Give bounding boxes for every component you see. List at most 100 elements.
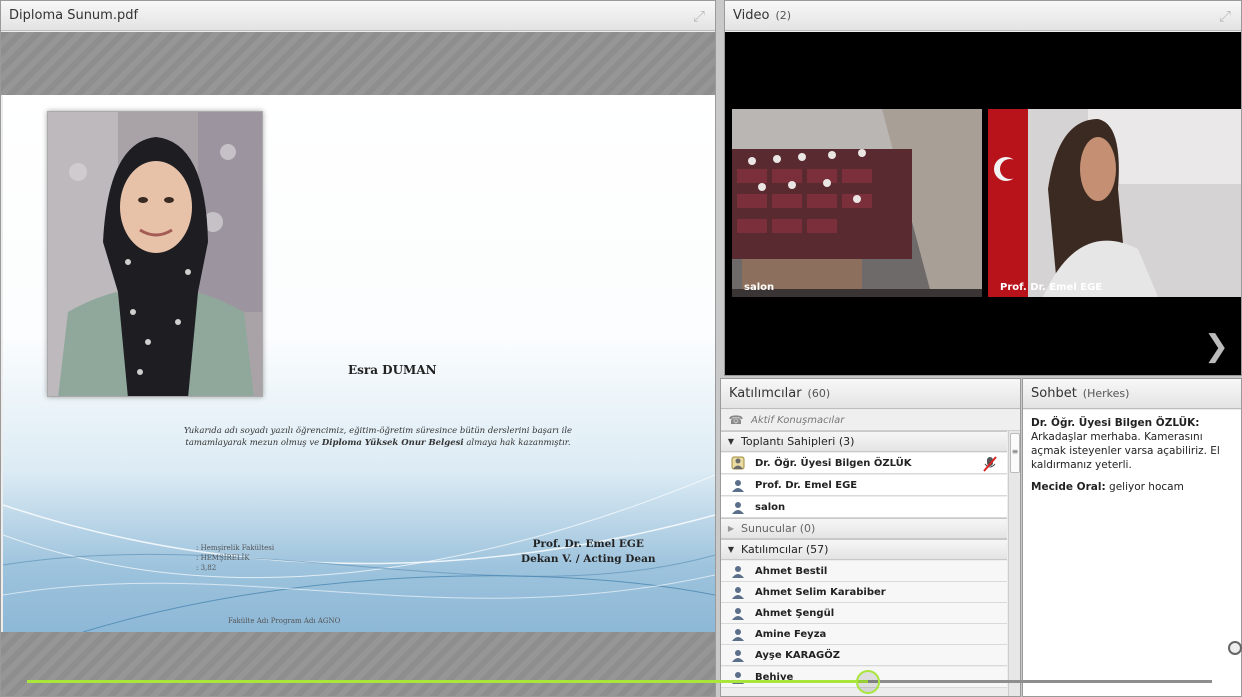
presenters-section-header[interactable]: ▶ Sunucular (0) bbox=[721, 518, 1007, 539]
certificate-description: Yukarıda adı soyadı yazılı öğrencimiz, e… bbox=[173, 425, 583, 449]
attendee-name: Ahmet Şengül bbox=[755, 607, 835, 619]
gpa-value: : 3,82 bbox=[196, 564, 217, 572]
chat-author: Mecide Oral: bbox=[1031, 481, 1106, 493]
active-speakers-label: Aktif Konuşmacılar bbox=[751, 414, 845, 426]
attendee-name: Ahmet Bestil bbox=[755, 565, 828, 577]
attendee-list-scrollbar[interactable]: ≡ bbox=[1008, 431, 1020, 696]
video-pod: Video (2) ⤢ salon Prof. Dr. Emel EGE ❯ bbox=[724, 0, 1242, 376]
microphone-muted-icon bbox=[983, 456, 997, 475]
program-value: : HEMŞİRELİK bbox=[196, 554, 250, 562]
scrollbar-thumb[interactable]: ≡ bbox=[1010, 433, 1020, 473]
attendees-header: Katılımcılar (60) bbox=[721, 379, 1020, 409]
attendee-row[interactable]: Ahmet Selim Karabiber bbox=[721, 582, 1007, 603]
attendee-name: Prof. Dr. Emel EGE bbox=[755, 479, 858, 491]
signer-title: Dekan V. / Acting Dean bbox=[521, 553, 656, 565]
expand-icon[interactable]: ⤢ bbox=[691, 8, 707, 24]
presentation-pod: Diploma Sunum.pdf ⤢ Esra DUMAN Yukarıda … bbox=[0, 0, 716, 697]
playback-timeline[interactable] bbox=[27, 680, 1212, 683]
chat-message: Dr. Öğr. Üyesi Bilgen ÖZLÜK: Arkadaşlar … bbox=[1031, 416, 1233, 472]
expand-icon[interactable]: ⤢ bbox=[1217, 8, 1233, 24]
participants-section-label: Katılımcılar (57) bbox=[741, 543, 829, 556]
video-feed-salon bbox=[732, 109, 982, 297]
attendee-name: Ayşe KARAGÖZ bbox=[755, 649, 841, 661]
chat-message: Mecide Oral: geliyor hocam bbox=[1031, 480, 1233, 494]
student-photo bbox=[47, 111, 263, 397]
participants-section-header[interactable]: ▼ Katılımcılar (57) bbox=[721, 539, 1007, 560]
presentation-title: Diploma Sunum.pdf bbox=[9, 8, 139, 23]
certificate-description-bold: Diploma Yüksek Onur Belgesi bbox=[321, 438, 464, 448]
video-tile-label: salon bbox=[744, 282, 775, 293]
collapse-triangle-icon: ▼ bbox=[727, 545, 735, 554]
chat-text: geliyor hocam bbox=[1109, 481, 1184, 493]
chevron-right-icon[interactable]: ❯ bbox=[1204, 332, 1229, 362]
person-icon bbox=[721, 456, 755, 470]
signature-block: Prof. Dr. Emel EGE Dekan V. / Acting Dea… bbox=[521, 537, 656, 567]
person-glyph bbox=[732, 566, 744, 578]
slide-top-margin bbox=[1, 32, 715, 95]
host-person-glyph bbox=[731, 456, 745, 470]
signer-name: Prof. Dr. Emel EGE bbox=[532, 538, 644, 550]
chat-title: Sohbet bbox=[1031, 386, 1077, 401]
person-icon bbox=[721, 564, 755, 578]
video-feed-emel-ege bbox=[988, 109, 1241, 297]
hosts-section-label: Toplantı Sahipleri (3) bbox=[741, 435, 855, 448]
person-icon bbox=[721, 606, 755, 620]
attendees-count: (60) bbox=[807, 387, 831, 400]
attendee-name: Ahmet Selim Karabiber bbox=[755, 586, 886, 598]
chat-messages: Dr. Öğr. Üyesi Bilgen ÖZLÜK: Arkadaşlar … bbox=[1023, 410, 1241, 696]
video-tile-label: Prof. Dr. Emel EGE bbox=[1000, 282, 1103, 293]
person-icon bbox=[721, 648, 755, 662]
chat-text: Arkadaşlar merhaba. Kamerasını açmak ist… bbox=[1031, 431, 1220, 471]
attendee-name: Dr. Öğr. Üyesi Bilgen ÖZLÜK bbox=[755, 457, 912, 469]
person-icon bbox=[721, 585, 755, 599]
video-count: (2) bbox=[775, 9, 792, 22]
person-glyph bbox=[732, 480, 744, 492]
person-glyph bbox=[732, 502, 744, 514]
chat-scope: (Herkes) bbox=[1082, 387, 1130, 400]
presentation-header: Diploma Sunum.pdf bbox=[1, 1, 715, 31]
attendee-row[interactable]: Ayşe KARAGÖZ bbox=[721, 645, 1007, 666]
chat-header: Sohbet (Herkes) bbox=[1023, 379, 1241, 409]
presenters-section-label: Sunucular (0) bbox=[741, 522, 816, 535]
student-name: Esra DUMAN bbox=[348, 363, 437, 377]
video-header: Video (2) bbox=[725, 1, 1241, 31]
presentation-slide: Esra DUMAN Yukarıda adı soyadı yazılı öğ… bbox=[3, 95, 715, 632]
collapse-triangle-icon: ▼ bbox=[727, 437, 735, 446]
person-icon bbox=[721, 500, 755, 514]
attendee-row[interactable]: Amine Feyza bbox=[721, 624, 1007, 645]
video-title: Video bbox=[733, 8, 770, 23]
person-glyph bbox=[732, 608, 744, 620]
attendees-title: Katılımcılar bbox=[729, 386, 802, 401]
mic-muted-glyph bbox=[983, 456, 997, 472]
video-tile-salon[interactable]: salon bbox=[732, 109, 982, 297]
attendee-row[interactable]: salon bbox=[721, 497, 1007, 518]
attendee-name: Amine Feyza bbox=[755, 628, 827, 640]
active-speakers-row: ☎ Aktif Konuşmacılar bbox=[721, 410, 1020, 431]
attendee-row[interactable]: Dr. Öğr. Üyesi Bilgen ÖZLÜK bbox=[721, 453, 1007, 474]
chat-pod: Sohbet (Herkes) Dr. Öğr. Üyesi Bilgen ÖZ… bbox=[1022, 378, 1242, 697]
person-glyph bbox=[732, 587, 744, 599]
slide-footer: Fakülte Adı Program Adı AGNO bbox=[228, 617, 341, 625]
video-tile-emel-ege[interactable]: Prof. Dr. Emel EGE bbox=[988, 109, 1241, 297]
attendees-pod: Katılımcılar (60) ☎ Aktif Konuşmacılar ▼… bbox=[720, 378, 1021, 697]
phone-icon: ☎ bbox=[728, 413, 744, 427]
faculty-value: : Hemşirelik Fakültesi bbox=[196, 544, 275, 552]
attendee-name: salon bbox=[755, 501, 786, 513]
attendee-row[interactable]: Ahmet Bestil bbox=[721, 561, 1007, 582]
chat-author: Dr. Öğr. Üyesi Bilgen ÖZLÜK: bbox=[1031, 417, 1200, 429]
side-circle-icon[interactable] bbox=[1228, 641, 1242, 655]
expand-triangle-icon: ▶ bbox=[727, 524, 735, 533]
video-stage: salon Prof. Dr. Emel EGE ❯ bbox=[725, 32, 1241, 375]
person-icon bbox=[721, 478, 755, 492]
student-info: : Hemşirelik Fakültesi : HEMŞİRELİK : 3,… bbox=[196, 543, 274, 573]
student-portrait-image bbox=[48, 112, 262, 396]
hosts-section-header[interactable]: ▼ Toplantı Sahipleri (3) bbox=[721, 431, 1007, 452]
slide-bottom-margin bbox=[1, 632, 715, 696]
attendee-row[interactable]: Prof. Dr. Emel EGE bbox=[721, 475, 1007, 496]
certificate-description-post: almaya hak kazanmıştır. bbox=[466, 438, 571, 448]
person-icon bbox=[721, 627, 755, 641]
person-glyph bbox=[732, 650, 744, 662]
playback-progress bbox=[27, 680, 869, 683]
person-glyph bbox=[732, 629, 744, 641]
attendee-row[interactable]: Ahmet Şengül bbox=[721, 603, 1007, 624]
